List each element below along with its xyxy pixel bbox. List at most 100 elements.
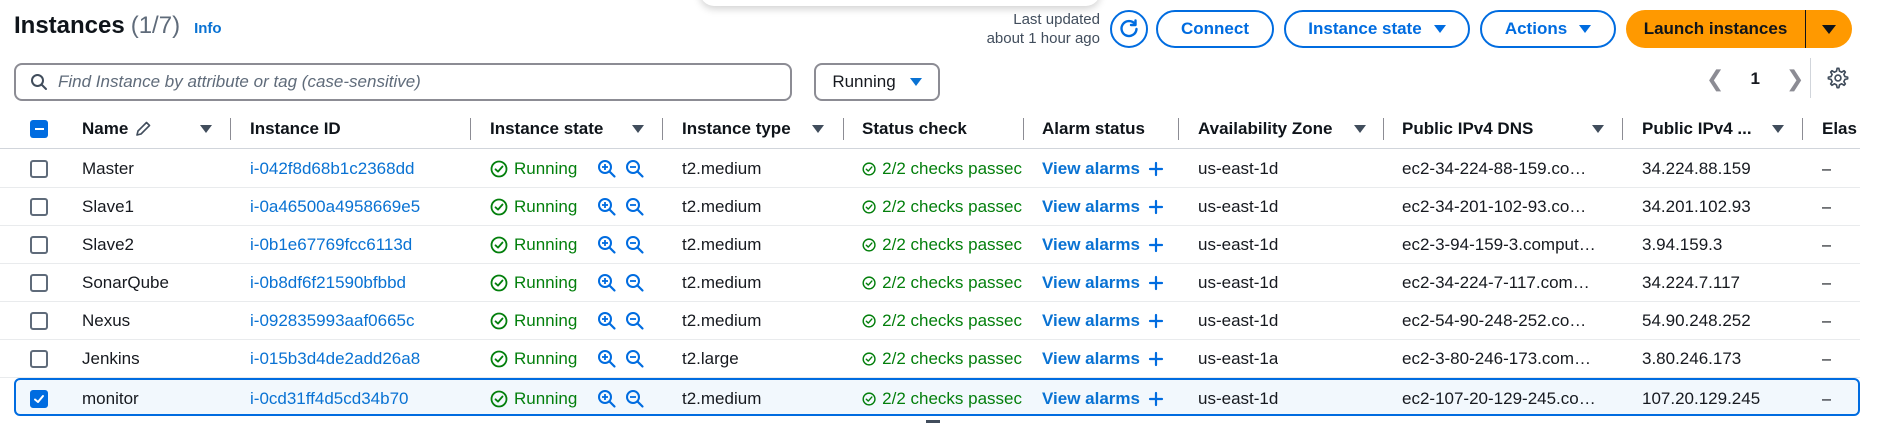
column-name-label: Name [82,119,129,138]
divider [1810,58,1811,98]
instance-id-link[interactable]: i-015b3d4de2add26a8 [250,340,420,377]
instance-id-link[interactable]: i-0b1e67769fcc6113d [250,226,412,263]
column-header-instance-type[interactable]: Instance type [682,112,791,146]
caret-down-icon [1579,25,1592,33]
column-header-public-ip[interactable]: Public IPv4 ... [1642,112,1752,146]
column-header-public-dns[interactable]: Public IPv4 DNS [1402,112,1533,146]
row-checkbox[interactable] [30,312,48,330]
row-checkbox[interactable] [30,198,48,216]
table-row[interactable]: Jenkins i-015b3d4de2add26a8 Running t2.larg… [0,340,1860,378]
caret-down-icon [1433,25,1446,33]
column-resizer[interactable] [843,118,844,140]
public-dns: ec2-107-20-129-245.co… [1402,388,1596,408]
column-resizer[interactable] [1178,118,1179,140]
column-header-name[interactable]: Name [82,112,152,146]
column-header-elastic-ip[interactable]: Elas [1822,112,1862,146]
table-row[interactable]: Master i-042f8d68b1c2368dd Running t2.mediu… [0,150,1860,188]
state-filter-select[interactable]: Running [814,63,940,101]
status-check-text: 2/2 checks passec [882,388,1022,408]
check-circle-icon [490,160,508,177]
popover-edge [700,0,1100,6]
preferences-button[interactable] [1824,64,1852,92]
zoom-out-icon[interactable] [625,235,645,255]
table-row[interactable]: Nexus i-092835993aaf0665c Running t2.medium… [0,302,1860,340]
column-header-alarm-status[interactable]: Alarm status [1042,112,1145,146]
sort-icon[interactable] [200,112,212,146]
sort-icon[interactable] [1592,112,1604,146]
launch-instances-split-button: Launch instances [1626,10,1852,48]
instance-id-link[interactable]: i-0b8df6f21590bfbbd [250,264,406,301]
info-link[interactable]: Info [194,20,222,37]
connect-button[interactable]: Connect [1156,10,1274,48]
view-alarms-link[interactable]: View alarms [1042,264,1164,301]
elastic-ip: – [1822,234,1832,254]
row-checkbox[interactable] [30,236,48,254]
column-resizer[interactable] [230,118,231,140]
column-public-ip-label: Public IPv4 ... [1642,119,1752,138]
plus-icon [1148,199,1164,214]
column-header-instance-state[interactable]: Instance state [490,112,603,146]
column-resizer[interactable] [1383,118,1384,140]
column-resizer[interactable] [470,118,471,140]
row-checkbox[interactable] [30,274,48,292]
zoom-out-icon[interactable] [625,311,645,331]
row-checkbox[interactable] [30,160,48,178]
column-resizer[interactable] [1622,118,1623,140]
column-resizer[interactable] [1802,118,1803,140]
table-row[interactable]: Slave1 i-0a46500a4958669e5 Running t2.mediu… [0,188,1860,226]
zoom-out-icon[interactable] [625,197,645,217]
zoom-in-icon[interactable] [597,349,617,369]
zoom-out-icon[interactable] [625,159,645,179]
actions-button[interactable]: Actions [1480,10,1616,48]
view-alarms-link[interactable]: View alarms [1042,302,1164,339]
column-header-status-check[interactable]: Status check [862,112,967,146]
zoom-in-icon[interactable] [597,389,617,409]
table-row[interactable]: SonarQube i-0b8df6f21590bfbbd Running t2.me… [0,264,1860,302]
column-resizer[interactable] [662,118,663,140]
column-header-availability-zone[interactable]: Availability Zone [1198,112,1332,146]
view-alarms-link[interactable]: View alarms [1042,226,1164,263]
availability-zone: us-east-1d [1198,272,1279,292]
zoom-in-icon[interactable] [597,311,617,331]
view-alarms-link[interactable]: View alarms [1042,380,1164,417]
search-input[interactable] [58,72,758,92]
launch-options-dropdown[interactable] [1806,10,1852,48]
zoom-out-icon[interactable] [625,273,645,293]
availability-zone: us-east-1d [1198,310,1279,330]
chevron-left-icon[interactable]: ❮ [1706,66,1724,92]
current-page[interactable]: 1 [1750,69,1759,89]
view-alarms-link[interactable]: View alarms [1042,188,1164,225]
table-row[interactable]: monitor i-0cd31ff4d5cd34b70 Running t2.medi… [14,378,1860,416]
availability-zone: us-east-1d [1198,158,1279,178]
divider [0,148,1860,149]
zoom-in-icon[interactable] [597,159,617,179]
column-header-instance-id[interactable]: Instance ID [250,112,341,146]
sort-icon[interactable] [1772,112,1784,146]
instance-id-link[interactable]: i-0cd31ff4d5cd34b70 [250,380,409,417]
sort-icon[interactable] [632,112,644,146]
sort-icon[interactable] [1354,112,1366,146]
instance-id-link[interactable]: i-092835993aaf0665c [250,302,414,339]
instance-id-link[interactable]: i-042f8d68b1c2368dd [250,150,414,187]
zoom-out-icon[interactable] [625,389,645,409]
column-resizer[interactable] [1023,118,1024,140]
launch-instances-button[interactable]: Launch instances [1626,10,1806,48]
instance-state-button[interactable]: Instance state [1284,10,1470,48]
view-alarms-link[interactable]: View alarms [1042,340,1164,377]
instance-state-cell: Running [490,150,645,187]
select-all-checkbox[interactable] [30,120,48,138]
instance-id-link[interactable]: i-0a46500a4958669e5 [250,188,420,225]
chevron-right-icon[interactable]: ❯ [1786,66,1804,92]
refresh-button[interactable] [1110,10,1148,48]
zoom-in-icon[interactable] [597,235,617,255]
table-row[interactable]: Slave2 i-0b1e67769fcc6113d Running t2.mediu… [0,226,1860,264]
row-checkbox[interactable] [30,390,48,408]
zoom-out-icon[interactable] [625,349,645,369]
sort-icon[interactable] [812,112,824,146]
row-checkbox[interactable] [30,350,48,368]
resize-handle[interactable] [926,420,940,423]
instance-state-text: Running [514,272,578,292]
view-alarms-link[interactable]: View alarms [1042,150,1164,187]
zoom-in-icon[interactable] [597,197,617,217]
zoom-in-icon[interactable] [597,273,617,293]
